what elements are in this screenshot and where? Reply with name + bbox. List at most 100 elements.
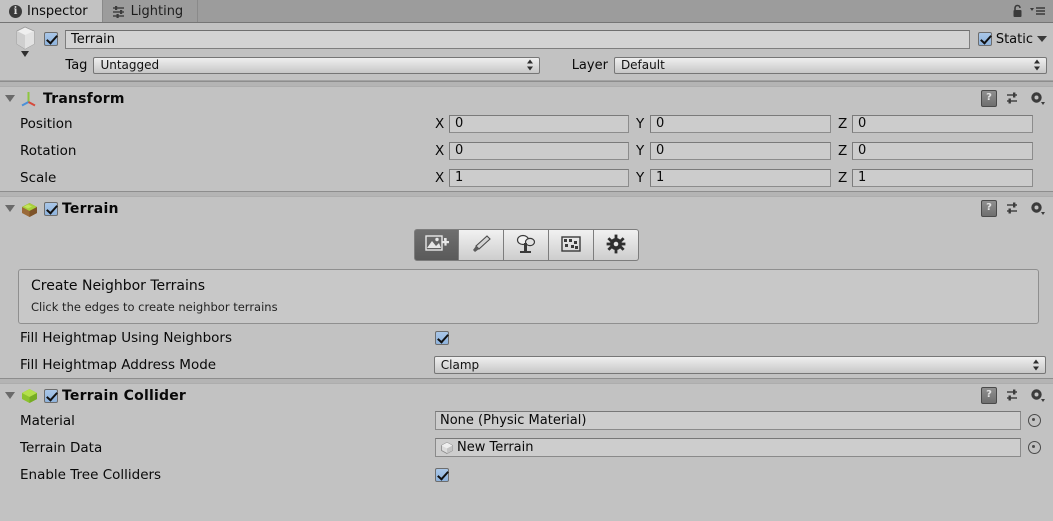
tab-lighting-label: Lighting — [130, 3, 184, 19]
layer-label: Layer — [571, 57, 608, 73]
help-icon[interactable]: ? — [981, 200, 997, 217]
component-header-icons: ? — [981, 200, 1046, 217]
fill-heightmap-address-mode-dropdown[interactable]: Clamp — [433, 355, 1046, 374]
gear-dropdown-icon[interactable] — [1030, 388, 1046, 403]
transform-rotation-row: Rotation X 0 Y 0 Z 0 — [0, 137, 1046, 164]
paint-trees-tool[interactable] — [504, 229, 549, 261]
position-y-field[interactable]: 0 — [650, 114, 831, 133]
terrain-tool-toolbar — [0, 220, 1053, 267]
axis-label-x: X — [435, 115, 445, 132]
fill-heightmap-using-neighbors-row: Fill Heightmap Using Neighbors — [0, 324, 1046, 351]
component-title-terrain: Terrain — [62, 200, 119, 217]
collider-box-icon — [20, 387, 39, 405]
terrain-plus-icon — [424, 234, 449, 257]
preset-icon[interactable] — [1006, 91, 1021, 106]
terrain-data-value: New Terrain — [457, 440, 534, 455]
foldout-arrow-icon[interactable] — [5, 392, 15, 399]
unity-inspector-window: i Inspector Lighting Terrain Static Tag … — [0, 0, 1053, 521]
preset-icon[interactable] — [1006, 388, 1021, 403]
enable-tree-colliders-checkbox[interactable] — [435, 467, 449, 482]
position-x-field[interactable]: 0 — [449, 114, 629, 133]
component-header-terrain[interactable]: Terrain ? — [0, 197, 1053, 220]
fill-heightmap-address-mode-label: Fill Heightmap Address Mode — [20, 356, 217, 373]
layer-dropdown[interactable]: Default — [613, 56, 1047, 74]
axis-label-y: Y — [636, 169, 645, 186]
cube-icon[interactable] — [6, 24, 44, 58]
tag-value: Untagged — [100, 58, 160, 72]
window-tab-bar: i Inspector Lighting — [0, 0, 1053, 23]
foldout-arrow-icon[interactable] — [5, 95, 15, 102]
gameobject-name-input[interactable]: Terrain — [65, 29, 970, 49]
transform-axis-icon — [20, 90, 37, 107]
tab-lighting[interactable]: Lighting — [102, 0, 199, 22]
component-header-transform[interactable]: Transform ? — [0, 87, 1053, 110]
scale-z-field[interactable]: 1 — [852, 168, 1033, 187]
hamburger-menu-icon[interactable] — [1030, 5, 1046, 17]
static-label: Static — [995, 31, 1033, 47]
gameobject-enabled-checkbox[interactable] — [44, 32, 58, 46]
gear-dropdown-icon[interactable] — [1030, 201, 1046, 216]
scale-y-field[interactable]: 1 — [650, 168, 831, 187]
static-checkbox[interactable] — [977, 32, 992, 46]
transform-position-row: Position X 0 Y 0 Z 0 — [0, 110, 1046, 137]
component-title-terrain-collider: Terrain Collider — [62, 387, 186, 404]
transform-fields: Position X 0 Y 0 Z 0 Rotation X 0 Y 0 Z … — [0, 110, 1053, 191]
terrain-enabled-checkbox[interactable] — [44, 201, 58, 216]
rotation-z-field[interactable]: 0 — [852, 141, 1033, 160]
scale-x-value: 1 — [455, 170, 464, 185]
axis-label-z: Z — [838, 142, 848, 159]
gameobject-header: Terrain Static Tag Untagged Layer Defaul… — [0, 23, 1053, 81]
tab-inspector-label: Inspector — [27, 3, 88, 19]
rotation-x-value: 0 — [455, 143, 464, 158]
gear-icon — [606, 234, 626, 257]
tag-layer-row: Tag Untagged Layer Default — [0, 56, 1053, 74]
tag-dropdown[interactable]: Untagged — [93, 56, 541, 74]
rotation-z-value: 0 — [858, 143, 867, 158]
axis-label-z: Z — [838, 115, 848, 132]
component-title-transform: Transform — [43, 90, 125, 107]
sliders-icon — [112, 5, 126, 18]
rotation-y-value: 0 — [656, 143, 665, 158]
fill-heightmap-address-mode-row: Fill Heightmap Address Mode Clamp — [0, 351, 1046, 378]
layer-value: Default — [620, 58, 665, 72]
terrain-data-object-picker-icon[interactable] — [1028, 441, 1041, 454]
paint-terrain-tool[interactable] — [459, 229, 504, 261]
scale-label: Scale — [20, 169, 57, 186]
rotation-x-field[interactable]: 0 — [449, 141, 629, 160]
component-header-icons: ? — [981, 387, 1046, 404]
scale-x-field[interactable]: 1 — [449, 168, 629, 187]
position-z-value: 0 — [858, 116, 867, 131]
create-neighbor-terrains-tool[interactable] — [414, 229, 459, 261]
terrain-collider-fields: Material None (Physic Material) Terrain … — [0, 407, 1053, 488]
chevron-updown-icon — [1033, 59, 1040, 71]
helpbox-subtitle: Click the edges to create neighbor terra… — [31, 300, 278, 314]
gear-dropdown-icon[interactable] — [1030, 91, 1046, 106]
scale-y-value: 1 — [656, 170, 665, 185]
gameobject-name-row: Terrain Static — [0, 26, 1053, 57]
material-row: Material None (Physic Material) — [0, 407, 1046, 434]
position-z-field[interactable]: 0 — [852, 114, 1033, 133]
tab-inspector[interactable]: i Inspector — [0, 0, 103, 22]
transform-scale-row: Scale X 1 Y 1 Z 1 — [0, 164, 1046, 191]
helpbox-title: Create Neighbor Terrains — [31, 278, 206, 294]
tree-icon — [515, 234, 537, 257]
material-object-field[interactable]: None (Physic Material) — [435, 411, 1021, 430]
help-icon[interactable]: ? — [981, 387, 997, 404]
axis-label-x: X — [435, 142, 445, 159]
terrain-data-object-field[interactable]: New Terrain — [435, 438, 1021, 457]
chevron-updown-icon — [526, 59, 533, 71]
material-object-picker-icon[interactable] — [1028, 414, 1041, 427]
paint-details-tool[interactable] — [549, 229, 594, 261]
tab-bar-spacer — [198, 0, 1012, 22]
preset-icon[interactable] — [1006, 201, 1021, 216]
lock-icon[interactable] — [1012, 4, 1023, 18]
rotation-y-field[interactable]: 0 — [650, 141, 831, 160]
foldout-arrow-icon[interactable] — [5, 205, 15, 212]
component-header-terrain-collider[interactable]: Terrain Collider ? — [0, 384, 1053, 407]
fill-heightmap-using-neighbors-checkbox[interactable] — [435, 330, 449, 345]
terrain-settings-tool[interactable] — [594, 229, 639, 261]
help-icon[interactable]: ? — [981, 90, 997, 107]
tab-bar-controls — [1012, 0, 1053, 22]
static-dropdown-icon[interactable] — [1037, 36, 1047, 42]
terrain-collider-enabled-checkbox[interactable] — [44, 388, 58, 403]
